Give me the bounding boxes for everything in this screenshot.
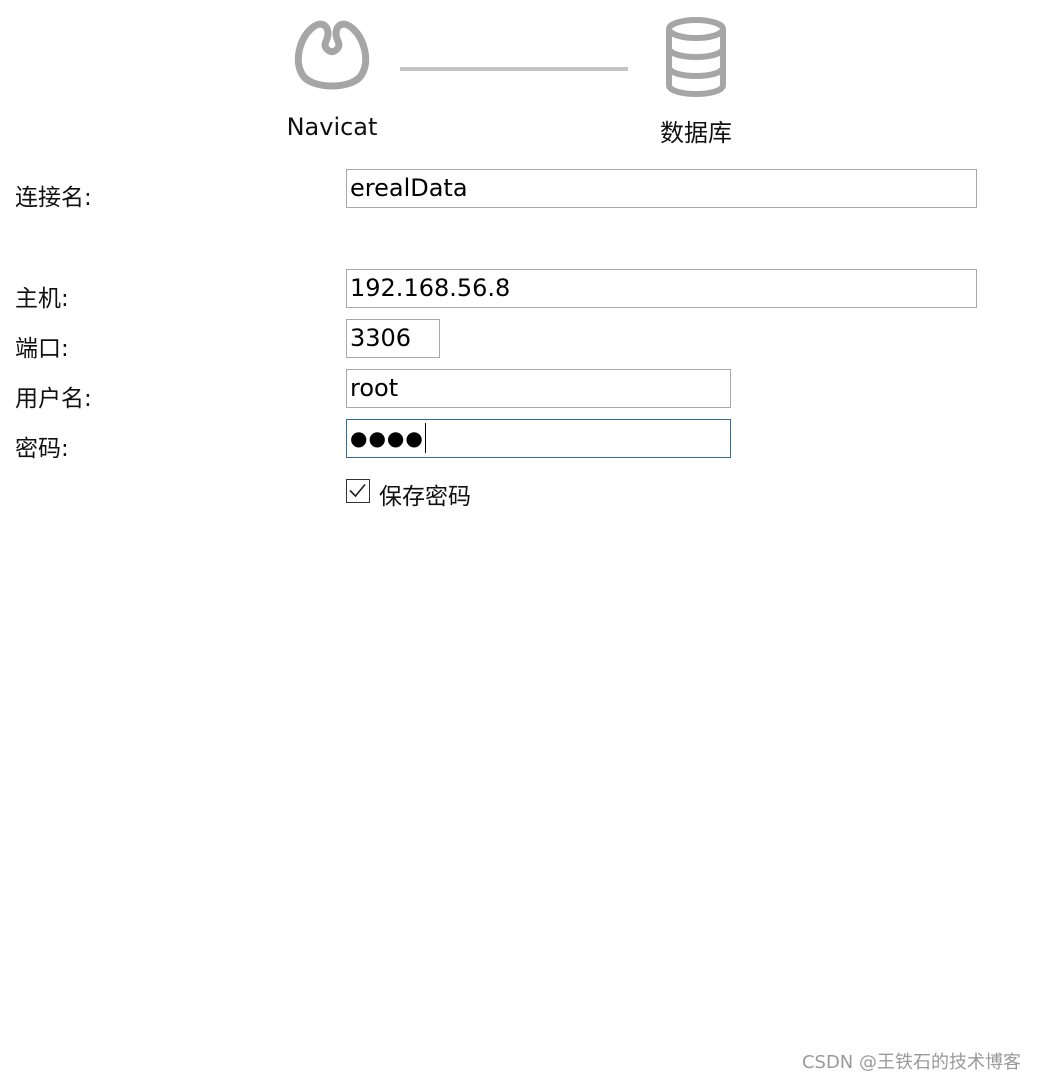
port-label: 端口: — [15, 336, 69, 362]
watermark: CSDN @王铁石的技术博客 — [801, 1052, 1021, 1073]
navicat-label: Navicat — [286, 113, 378, 141]
checkmark-icon — [349, 483, 366, 498]
database-label: 数据库 — [660, 119, 732, 147]
save-password-label[interactable]: 保存密码 — [379, 477, 471, 511]
username-input[interactable]: root — [346, 369, 731, 408]
save-password-checkbox[interactable] — [346, 479, 370, 503]
host-input[interactable]: 192.168.56.8 — [346, 269, 977, 308]
connection-name-input[interactable]: erealData — [346, 169, 977, 208]
password-mask: ●●●● — [350, 426, 424, 450]
host-label: 主机: — [15, 286, 69, 312]
password-label: 密码: — [15, 436, 69, 462]
connection-diagram: Navicat 数据库 — [0, 0, 1037, 150]
database-icon — [666, 17, 726, 97]
diagram-connector-line — [400, 67, 628, 71]
connection-name-label: 连接名: — [15, 185, 92, 211]
password-input[interactable]: ●●●● — [346, 419, 731, 458]
navicat-logo-icon — [294, 20, 370, 90]
text-caret — [424, 422, 426, 453]
port-input[interactable]: 3306 — [346, 319, 440, 358]
username-label: 用户名: — [15, 386, 92, 412]
